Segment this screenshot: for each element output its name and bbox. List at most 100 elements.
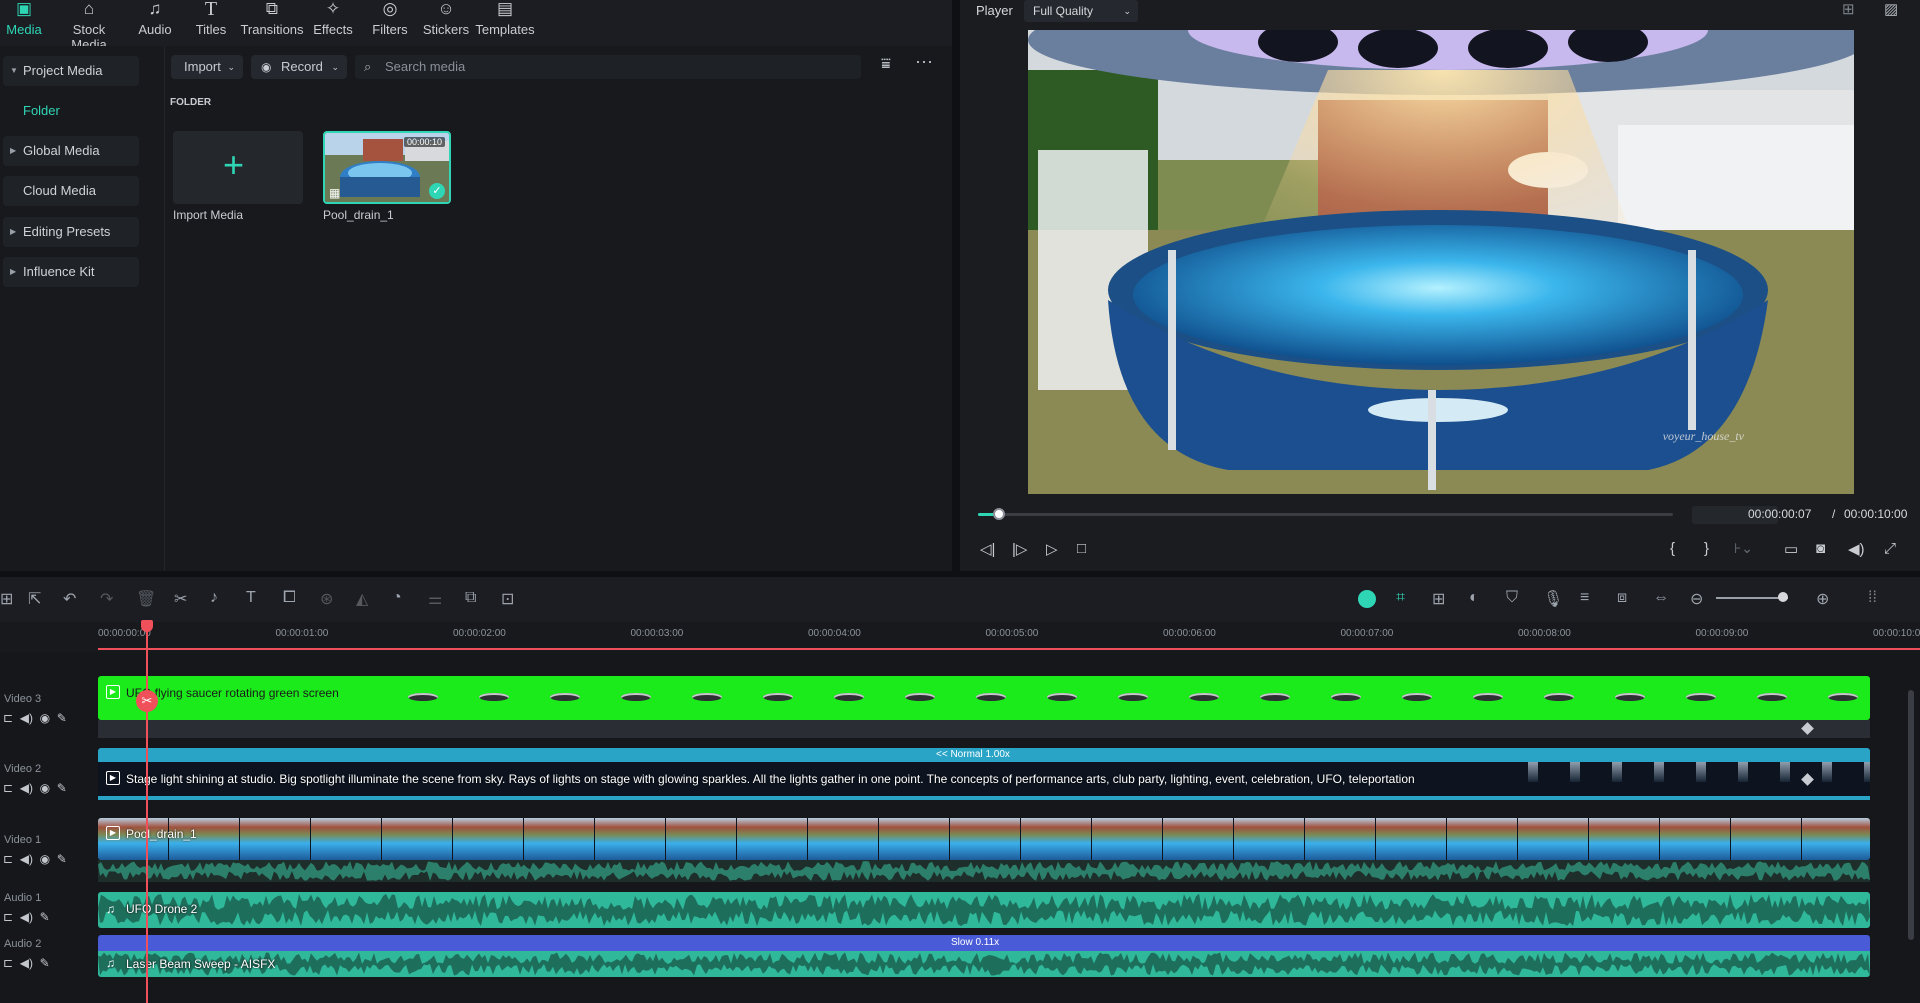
snapshot-camera-icon[interactable]: ◙ [1816,540,1825,557]
stop-icon[interactable]: □ [1077,540,1086,557]
ai-translate-icon[interactable]: ⊡ [501,589,514,609]
select-tool-icon[interactable]: ⇱ [28,589,41,609]
audio-detach-icon[interactable]: ♪ [210,589,218,607]
sidebar-item-cloud-media[interactable]: Cloud Media [3,176,139,206]
video-watermark: voyeur_house_tv [1662,429,1744,443]
zoom-slider-handle[interactable] [1778,592,1788,602]
microphone-icon[interactable]: 🎙︎ [1543,589,1563,609]
snap-icon[interactable]: ⌗ [1396,589,1405,607]
play-icon[interactable]: ▷ [1046,540,1058,558]
group-icon[interactable]: ⧉ [465,589,476,607]
toolbar-media[interactable]: ▣ Media [0,0,59,46]
import-media-tile[interactable]: + [173,131,303,204]
media-clip-thumbnail[interactable]: 00:00:10 ▦ ✓ [323,131,451,204]
zoom-out-icon[interactable]: ⊖ [1690,589,1703,609]
playback-progress-bar[interactable] [978,508,1673,520]
audio-mix-icon[interactable]: ≡ [1580,589,1589,607]
video3-keyframe-lane [98,720,1870,738]
next-frame-icon[interactable]: |▷ [1012,540,1027,558]
grid-menu-icon[interactable]: ⁞⁞ [1868,589,1877,607]
panel-divider[interactable] [952,0,960,571]
timeline-scrollbar[interactable] [1908,690,1914,940]
toolbar-transitions[interactable]: ⧉ Transitions [237,0,307,46]
insert-marker-icon[interactable]: ⊦⌄ [1734,540,1753,557]
sidebar-item-editing-presets[interactable]: ▶ Editing Presets [3,217,139,247]
fit-icon[interactable]: ⇔ [1653,589,1669,607]
crop-icon[interactable]: ⧠ [283,589,296,607]
timeline-ruler[interactable]: 00:00:00:00 00:00:01:00 00:00:02:00 00:00:0… [0,622,1920,652]
split-scissors-icon[interactable]: ✂ [174,589,187,609]
toolbar-stock-media[interactable]: ⌂ Stock Media [54,0,124,52]
text-tool-icon[interactable]: T [246,589,256,607]
edit-icon[interactable]: ✎ [57,781,67,795]
layout-grid-icon[interactable]: ⊞ [1842,0,1855,18]
mark-out-icon[interactable]: } [1704,540,1709,557]
zoom-slider[interactable] [1716,592,1788,602]
volume-icon[interactable]: ◀) [20,956,33,970]
volume-icon[interactable]: ◀) [20,910,33,924]
undo-icon[interactable]: ↶ [63,589,76,609]
search-input[interactable]: Search media [385,59,465,74]
speed-icon[interactable]: ◔ [392,589,402,607]
adjust-icon[interactable]: ⚌ [428,589,442,609]
mark-in-icon[interactable]: { [1670,540,1675,557]
audio2-clip[interactable]: ♫ Laser Beam Sweep - AISFX [98,951,1870,977]
volume-icon[interactable]: ◀) [1848,540,1865,558]
zoom-in-icon[interactable]: ⊕ [1816,589,1829,609]
record-button[interactable]: ◉ Record ⌄ [251,55,347,79]
delete-icon[interactable]: 🗑︎ [136,589,156,609]
edit-icon[interactable]: ✎ [40,956,50,970]
volume-icon[interactable]: ◀) [20,781,33,795]
render-preview-icon[interactable] [1358,590,1376,608]
playhead[interactable] [146,622,148,1003]
more-options-icon[interactable]: ⋯ [915,52,934,73]
color-icon[interactable]: ◭ [356,589,368,609]
video1-clip[interactable]: ▶ Pool_drain_1 [98,818,1870,860]
playhead-handle[interactable] [141,620,153,632]
templates-icon: ▤ [496,0,514,18]
edit-icon[interactable]: ✎ [40,910,50,924]
keyframe-diamond-icon[interactable] [1801,722,1814,735]
video2-speed-bar[interactable]: << Normal 1.00x [98,748,1870,762]
display-icon[interactable]: ▭ [1784,540,1798,558]
video2-clip[interactable]: ▶ Stage light shining at studio. Big spo… [98,762,1870,796]
edit-icon[interactable]: ✎ [57,852,67,866]
filter-sort-icon[interactable]: ⩸ [881,56,891,74]
volume-icon[interactable]: ◀) [20,711,33,725]
split-scissors-icon[interactable]: ✂ [136,690,158,712]
sidebar-item-influence-kit[interactable]: ▶ Influence Kit [3,257,139,287]
sidebar-item-folder[interactable]: Folder [3,96,139,126]
fullscreen-icon[interactable]: ⤢ [1884,540,1896,557]
lock-icon[interactable]: ⊏ [3,781,13,795]
redo-icon[interactable]: ↷ [100,589,113,609]
keyframe-icon[interactable]: ◐ [1469,589,1479,607]
search-field[interactable]: ⌕ Search media [355,55,861,79]
sidebar-item-global-media[interactable]: ▶ Global Media [3,136,139,166]
auto-ripple-icon[interactable]: ⊞ [1432,589,1445,609]
import-button[interactable]: Import ⌄ [171,55,243,79]
quality-select[interactable]: Full Quality ⌄ [1024,0,1138,22]
ai-tool-icon[interactable]: ⊛ [320,589,333,609]
playback-scrubber[interactable] [992,508,1005,520]
volume-icon[interactable]: ◀) [20,852,33,866]
audio1-clip[interactable]: ♫ UFO Drone 2 [98,892,1870,928]
edit-icon[interactable]: ✎ [57,711,67,725]
audio2-speed-bar[interactable]: Slow 0.11x [98,935,1870,951]
eye-icon[interactable]: ◉ [40,781,50,795]
shield-icon[interactable]: ⛉ [1506,589,1518,607]
video-preview[interactable]: voyeur_house_tv [1028,30,1854,494]
eye-icon[interactable]: ◉ [40,852,50,866]
lock-icon[interactable]: ⊏ [3,852,13,866]
toolbar-titles[interactable]: T Titles [176,0,246,46]
sidebar-item-project-media[interactable]: ▼ Project Media [3,56,139,86]
eye-icon[interactable]: ◉ [40,711,50,725]
lock-icon[interactable]: ⊏ [3,711,13,725]
lock-icon[interactable]: ⊏ [3,910,13,924]
video3-clip[interactable]: ▶ UFO flying saucer rotating green scree… [98,676,1870,720]
image-icon[interactable]: ▨ [1884,0,1898,18]
pip-icon[interactable]: ⧈ [1617,589,1627,607]
lock-icon[interactable]: ⊏ [3,956,13,970]
toolbar-templates[interactable]: ▤ Templates [470,0,540,46]
previous-frame-icon[interactable]: ◁| [980,540,995,558]
layout-icon[interactable]: ⊞ [0,589,13,609]
